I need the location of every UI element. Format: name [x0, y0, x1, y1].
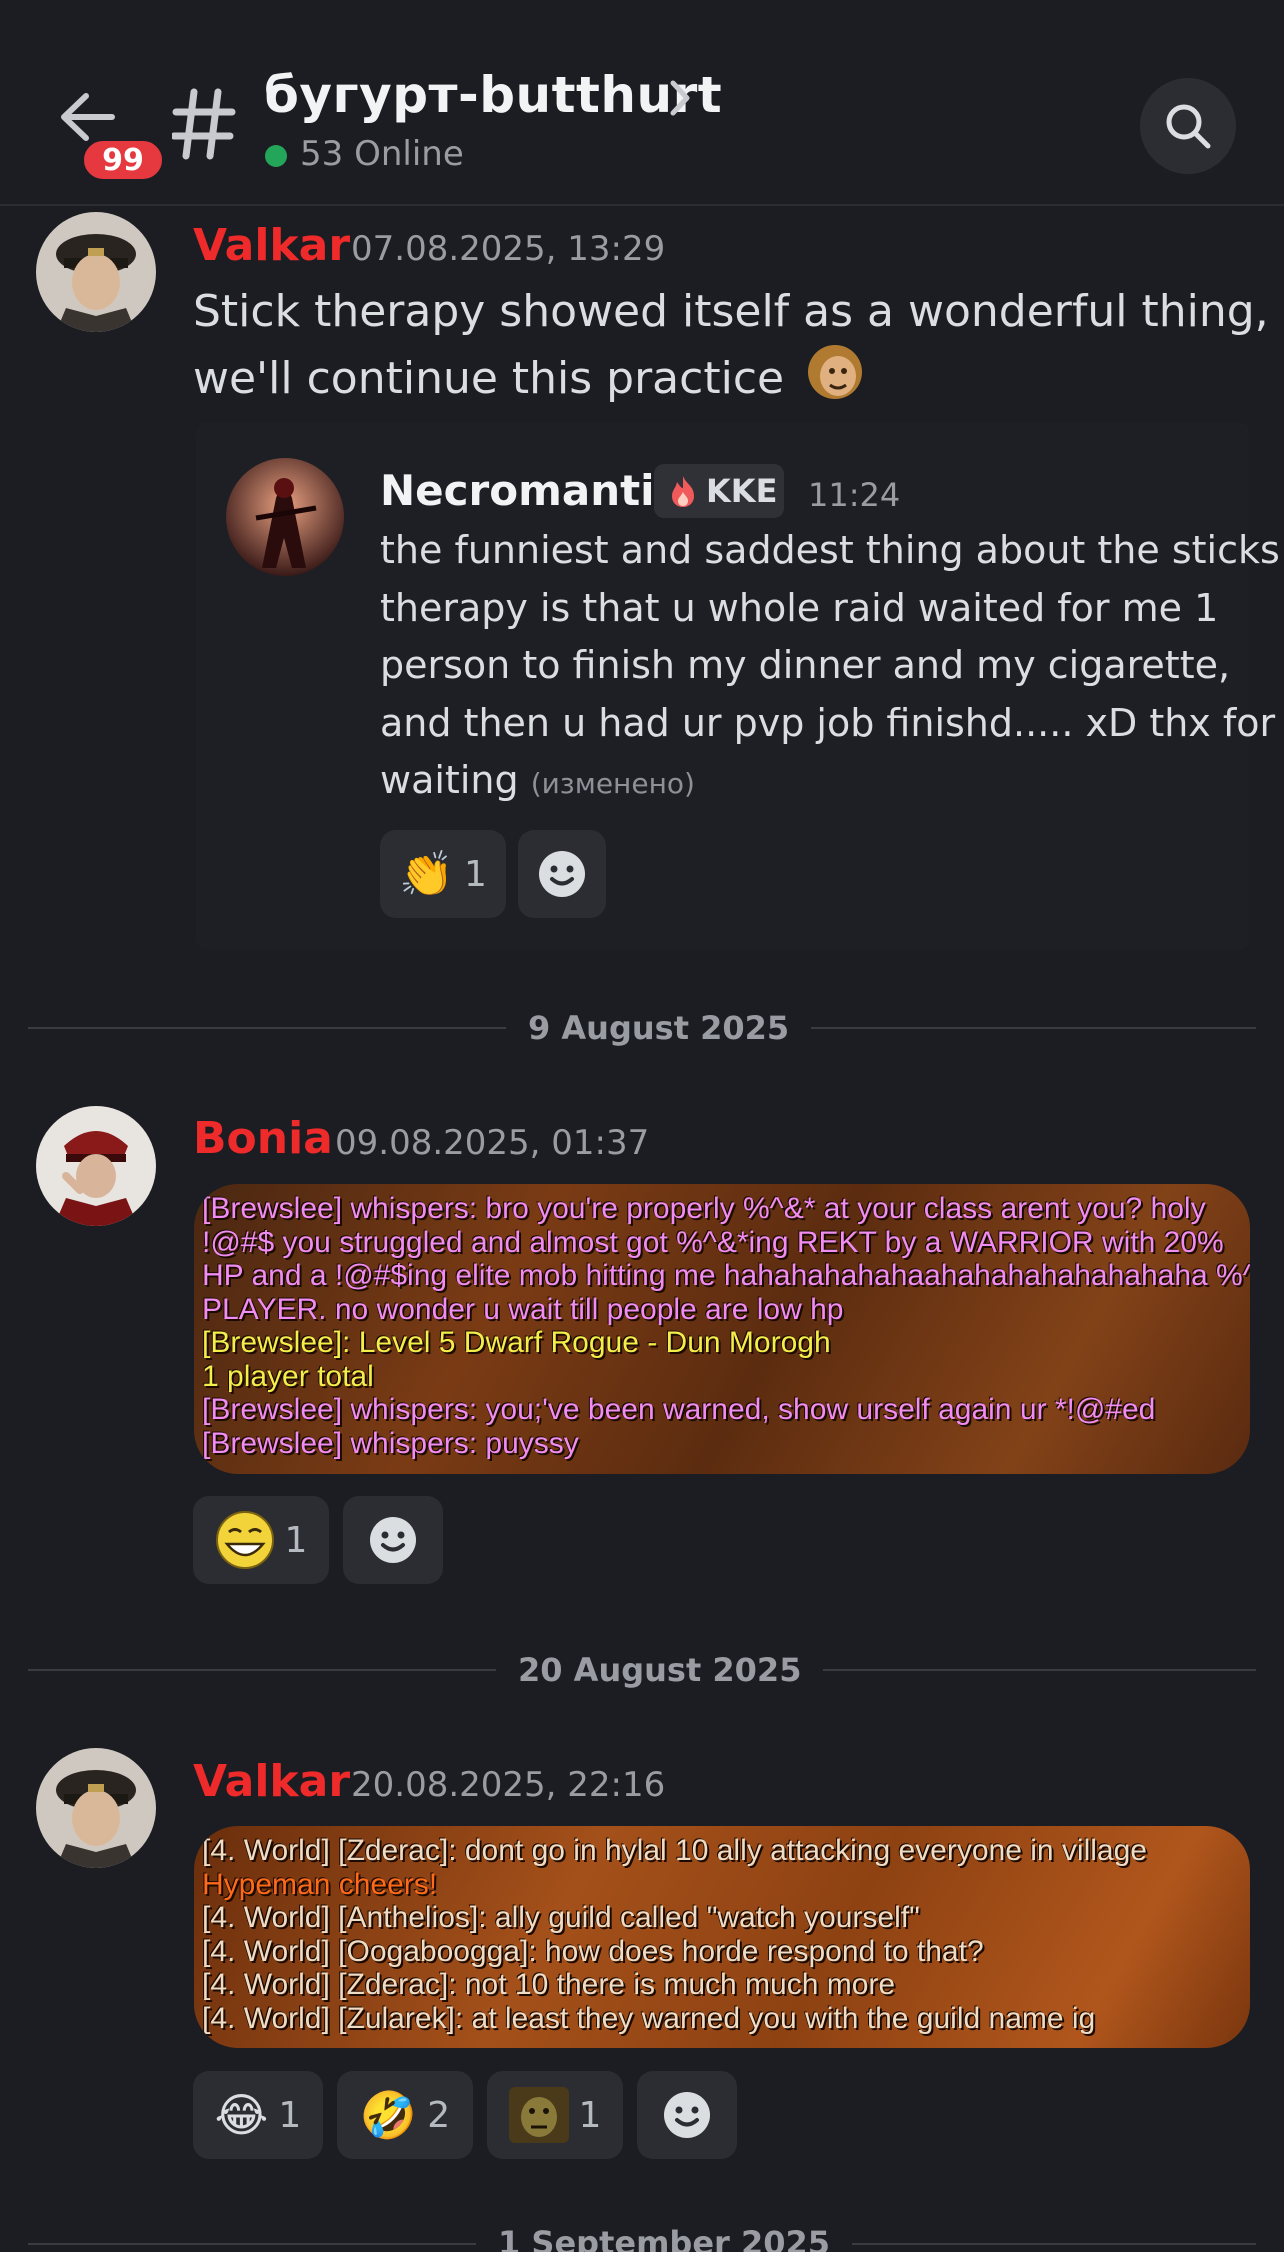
add-reaction-button[interactable]	[518, 830, 606, 918]
forwarded-time: 11:24	[808, 476, 901, 514]
add-reaction-button[interactable]	[343, 1496, 443, 1584]
online-status-dot	[265, 145, 287, 167]
goblin-face-icon	[508, 2087, 569, 2143]
message-author[interactable]: Bonia	[193, 1113, 333, 1164]
chatlog-line: Hypeman cheers!	[202, 1867, 438, 1901]
message-text: Stick therapy showed itself as a wonderf…	[193, 280, 1269, 410]
reaction-goblin[interactable]: 1	[487, 2071, 623, 2159]
channel-header: 99 бугурт-butthurt 53 Online	[0, 0, 1284, 206]
add-reaction-button[interactable]	[637, 2071, 737, 2159]
chatlog-line: !@#$ you struggled and almost got %^&*in…	[202, 1225, 1224, 1259]
online-count: 53 Online	[300, 134, 464, 174]
date-divider: 1 September 2025	[476, 2224, 852, 2252]
chatlog-line: [4. World] [Zularek]: at least they warn…	[202, 2001, 1096, 2035]
forwarded-text: the funniest and saddest thing about the…	[380, 522, 1280, 813]
rofl-emoji-icon: 🤣	[359, 2087, 418, 2142]
chatlog-line: HP and a !@#$ing elite mob hitting me ha…	[202, 1259, 1250, 1292]
smiley-add-icon	[370, 1517, 416, 1563]
search-button[interactable]	[1140, 78, 1236, 174]
reaction-count: 2	[427, 2094, 451, 2136]
chatlog-line: [4. World] [Oogaboogga]: how does horde …	[202, 1934, 984, 1968]
message-timestamp: 09.08.2025, 01:37	[335, 1123, 650, 1163]
joy-emoji-icon: 😂	[214, 2088, 269, 2142]
arrow-left-icon	[61, 93, 115, 141]
reaction-count: 1	[463, 853, 487, 895]
chatlog-line: 1 player total	[202, 1359, 374, 1393]
chatlog-line: [4. World] [Zderac]: not 10 there is muc…	[202, 1968, 896, 2001]
unread-badge: 99	[80, 137, 166, 183]
smiley-add-icon	[539, 851, 585, 897]
date-divider: 9 August 2025	[506, 1009, 812, 1047]
date-divider: 20 August 2025	[496, 1651, 824, 1689]
chatlog-image[interactable]: [4. World] [Zderac]: dont go in hylal 10…	[194, 1826, 1250, 2048]
reaction-joy[interactable]: 😂 1	[193, 2071, 323, 2159]
guild-tag[interactable]: KKE	[654, 464, 784, 518]
custom-emoji-face-icon	[808, 345, 863, 399]
flame-icon	[672, 476, 694, 507]
chatlog-line: [4. World] [Zderac]: dont go in hylal 10…	[202, 1834, 1147, 1867]
chatlog-image[interactable]: [Brewslee] whispers: bro you're properly…	[194, 1184, 1250, 1474]
avatar-valkar[interactable]	[36, 212, 156, 332]
avatar-valkar[interactable]	[36, 1748, 156, 1868]
message-author[interactable]: Valkar	[193, 220, 350, 271]
reaction-count: 1	[578, 2094, 602, 2136]
forwarded-line: and then u had ur pvp job finishd..... x…	[380, 700, 1276, 745]
reaction-clap[interactable]: 👏 1	[380, 830, 506, 918]
chatlog-line: [Brewslee]: Level 5 Dwarf Rogue - Dun Mo…	[202, 1326, 831, 1359]
forwarded-author[interactable]: Necromantis	[380, 466, 680, 515]
chatlog-line: [Brewslee] whispers: puyssy	[202, 1426, 579, 1460]
search-icon	[1166, 104, 1211, 149]
clap-icon: 👏	[399, 849, 454, 900]
edited-label: (изменено)	[530, 767, 695, 801]
reaction-troll[interactable]: 1	[193, 1496, 329, 1584]
forwarded-line: waiting	[380, 758, 519, 803]
message-author[interactable]: Valkar	[193, 1756, 350, 1807]
message-line: Stick therapy showed itself as a wonderf…	[193, 286, 1269, 337]
troll-face-icon	[215, 1511, 274, 1569]
smiley-add-icon	[664, 2092, 710, 2138]
forwarded-line: the funniest and saddest thing about the…	[380, 528, 1280, 572]
chatlog-line: [4. World] [Anthelios]: ally guild calle…	[202, 1901, 920, 1934]
message-timestamp: 20.08.2025, 22:16	[351, 1765, 666, 1805]
reaction-rofl[interactable]: 🤣 2	[337, 2071, 473, 2159]
forwarded-line: therapy is that u whole raid waited for …	[380, 585, 1219, 630]
avatar-bonia[interactable]	[36, 1106, 156, 1226]
chatlog-line: [Brewslee] whispers: you;'ve been warned…	[202, 1393, 1156, 1426]
chatlog-line: [Brewslee] whispers: bro you're properly…	[202, 1192, 1206, 1225]
reaction-count: 1	[284, 1519, 308, 1561]
guild-tag-label: KKE	[706, 472, 778, 510]
chevron-right-icon[interactable]	[668, 78, 692, 118]
reaction-count: 1	[278, 2094, 302, 2136]
message-timestamp: 07.08.2025, 13:29	[351, 229, 666, 269]
hashtag-icon	[172, 88, 236, 160]
avatar-necromantis[interactable]	[226, 458, 344, 576]
message-line: we'll continue this practice	[193, 353, 785, 404]
chatlog-line: PLAYER. no wonder u wait till people are…	[202, 1292, 844, 1326]
channel-name[interactable]: бугурт-butthurt	[264, 66, 722, 124]
forwarded-line: person to finish my dinner and my cigare…	[380, 643, 1231, 688]
